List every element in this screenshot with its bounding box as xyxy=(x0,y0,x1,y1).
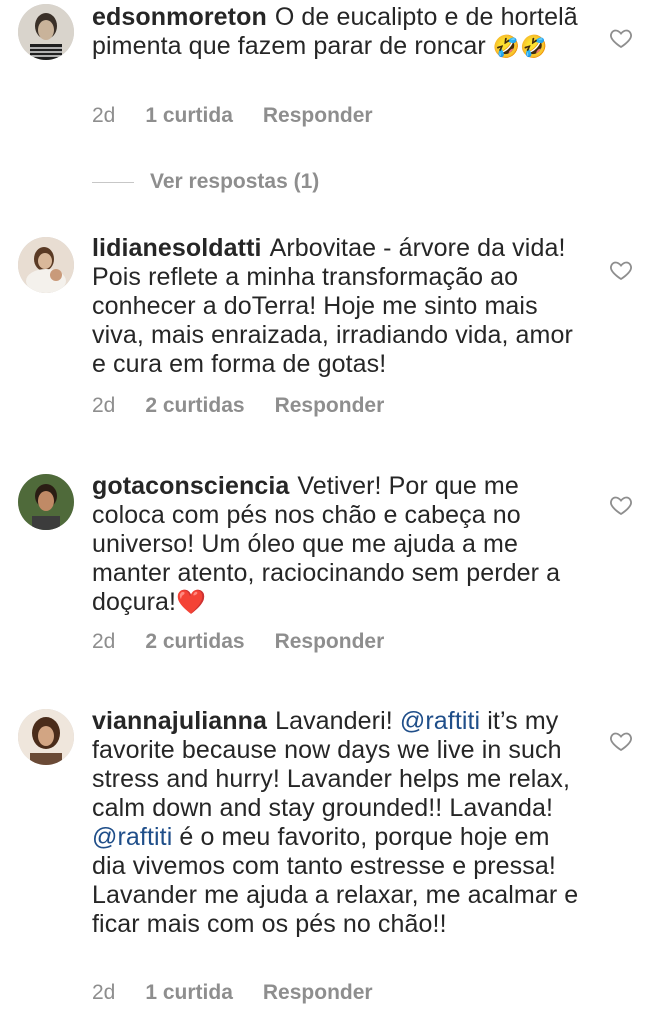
like-heart-icon[interactable] xyxy=(609,258,633,282)
divider xyxy=(92,181,134,183)
username[interactable]: edsonmoreton xyxy=(92,3,267,31)
reply-button[interactable]: Responder xyxy=(275,630,385,654)
rofl-emoji: 🤣🤣 xyxy=(492,34,548,59)
avatar[interactable] xyxy=(18,474,74,530)
comment-age: 2d xyxy=(92,981,116,1004)
comment-meta: 2d 1 curtida Responder xyxy=(92,981,373,1005)
comment-text: edsonmoreton O de eucalipto e de hortelã … xyxy=(92,3,582,61)
username[interactable]: gotaconsciencia xyxy=(92,472,289,500)
avatar[interactable] xyxy=(18,709,74,765)
comment-meta: 2d 1 curtida Responder xyxy=(92,104,373,128)
red-heart-emoji: ❤️ xyxy=(176,589,207,616)
likes-count[interactable]: 2 curtidas xyxy=(145,630,244,654)
reply-button[interactable]: Responder xyxy=(275,394,385,418)
reply-button[interactable]: Responder xyxy=(263,981,373,1005)
view-replies[interactable]: Ver respostas (1) xyxy=(92,170,319,194)
likes-count[interactable]: 2 curtidas xyxy=(145,394,244,418)
comment-age: 2d xyxy=(92,630,116,653)
view-replies-label[interactable]: Ver respostas (1) xyxy=(150,170,319,194)
comment-age: 2d xyxy=(92,104,116,127)
comment-text: viannajulianna Lavanderi! @raftiti it’s m… xyxy=(92,707,582,939)
comment-meta: 2d 2 curtidas Responder xyxy=(92,394,384,418)
reply-button[interactable]: Responder xyxy=(263,104,373,128)
mention-link[interactable]: @raftiti xyxy=(92,823,172,851)
likes-count[interactable]: 1 curtida xyxy=(145,104,233,128)
avatar-image xyxy=(18,4,74,60)
username[interactable]: lidianesoldatti xyxy=(92,234,262,262)
comment-body-1: Lavanderi! xyxy=(275,707,393,735)
comment-text: lidianesoldatti Arbovitae - árvore da vid… xyxy=(92,234,582,379)
likes-count[interactable]: 1 curtida xyxy=(145,981,233,1005)
comment-meta: 2d 2 curtidas Responder xyxy=(92,630,384,654)
avatar-image xyxy=(18,709,74,765)
comment-age: 2d xyxy=(92,394,116,417)
username[interactable]: viannajulianna xyxy=(92,707,267,735)
like-heart-icon[interactable] xyxy=(609,493,633,517)
like-heart-icon[interactable] xyxy=(609,729,633,753)
avatar-image xyxy=(18,237,74,293)
like-heart-icon[interactable] xyxy=(609,26,633,50)
avatar[interactable] xyxy=(18,237,74,293)
mention-link[interactable]: @raftiti xyxy=(400,707,480,735)
avatar-image xyxy=(18,474,74,530)
comment-text: gotaconsciencia Vetiver! Por que me coloc… xyxy=(92,472,582,617)
avatar[interactable] xyxy=(18,4,74,60)
